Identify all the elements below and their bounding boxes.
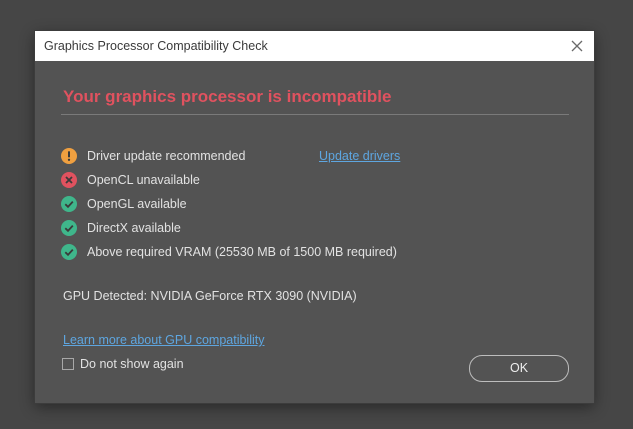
check-label: DirectX available [87,221,181,235]
ok-button[interactable]: OK [469,355,569,382]
learn-more-link[interactable]: Learn more about GPU compatibility [63,333,264,347]
check-row-directx: DirectX available [61,220,561,238]
incompatible-heading: Your graphics processor is incompatible [63,87,392,106]
error-icon [61,172,77,188]
gpu-detected-text: GPU Detected: NVIDIA GeForce RTX 3090 (N… [63,289,357,303]
check-row-vram: Above required VRAM (25530 MB of 1500 MB… [61,244,561,262]
close-icon[interactable] [568,37,586,55]
check-icon [61,196,77,212]
divider [61,114,569,115]
check-icon [61,244,77,260]
check-label: Driver update recommended [87,149,246,163]
update-drivers-link[interactable]: Update drivers [319,149,400,163]
check-label: OpenGL available [87,197,187,211]
gpu-compatibility-dialog: Graphics Processor Compatibility Check Y… [35,31,594,403]
warning-icon [61,148,77,164]
dialog-titlebar: Graphics Processor Compatibility Check [35,31,594,61]
check-row-driver: Driver update recommended Update drivers [61,148,561,166]
dialog-title: Graphics Processor Compatibility Check [44,39,268,53]
check-row-opengl: OpenGL available [61,196,561,214]
check-label: Above required VRAM (25530 MB of 1500 MB… [87,245,397,259]
check-icon [61,220,77,236]
check-row-opencl: OpenCL unavailable [61,172,561,190]
check-label: OpenCL unavailable [87,173,200,187]
do-not-show-label[interactable]: Do not show again [80,357,184,371]
do-not-show-checkbox[interactable] [62,358,74,370]
